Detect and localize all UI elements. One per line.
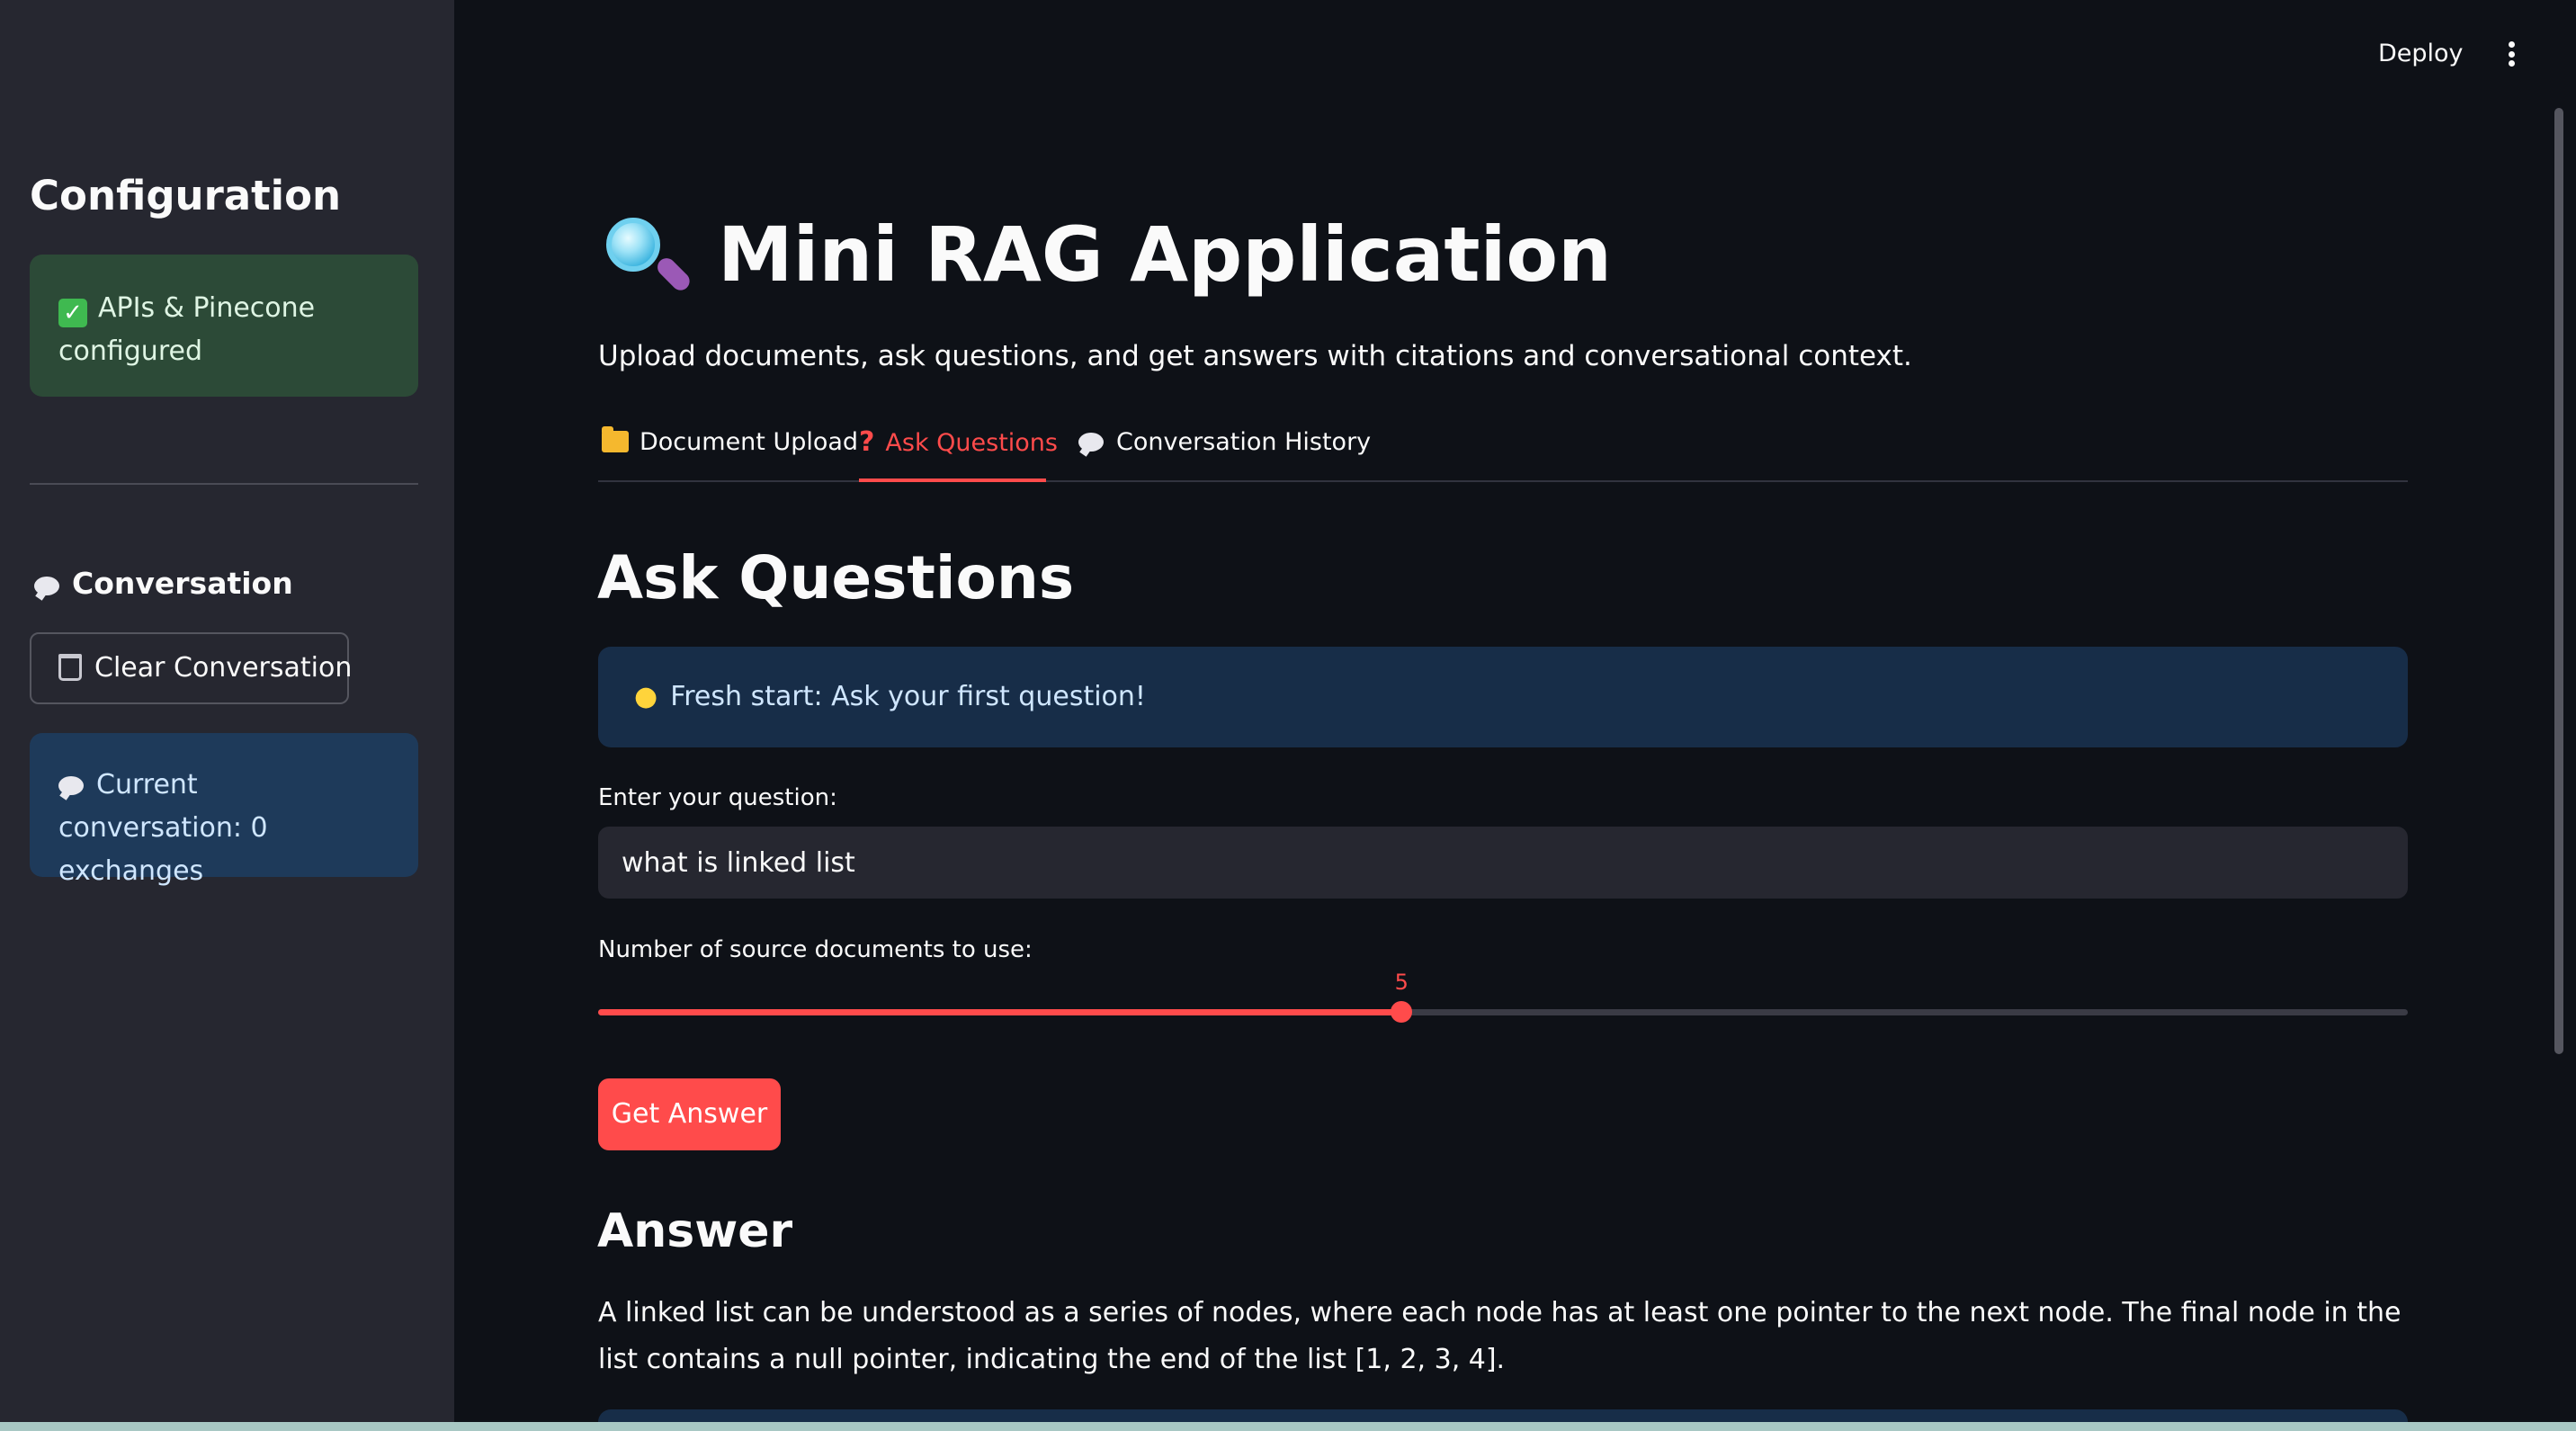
tab-conversation-history[interactable]: Conversation History (1078, 419, 1371, 482)
light-bulb-icon: ● (634, 681, 658, 712)
fresh-start-text: Fresh start: Ask your first question! (670, 681, 1146, 712)
scrollbar[interactable] (2554, 108, 2563, 1054)
trash-icon (58, 654, 82, 681)
tab-ask-questions[interactable]: ? Ask Questions (859, 419, 1058, 482)
slider-thumb[interactable] (1391, 1001, 1413, 1023)
answer-title: Answer (597, 1204, 793, 1258)
slider-value: 5 (1394, 970, 1409, 995)
slider-fill (598, 1009, 1402, 1015)
get-answer-button[interactable]: Get Answer (598, 1078, 781, 1150)
source-docs-slider-label: Number of source documents to use: (598, 936, 1033, 963)
thought-bubble-icon (58, 776, 84, 795)
clear-conversation-button[interactable]: Clear Conversation (30, 632, 353, 704)
tab-document-upload-label: Document Upload (640, 428, 859, 456)
page-title: Mini RAG Application (606, 205, 1612, 304)
question-input[interactable] (598, 827, 2408, 899)
check-mark-icon: ✓ (58, 299, 87, 327)
section-title: Ask Questions (597, 543, 1075, 613)
question-icon: ? (859, 426, 875, 458)
conversation-info-text: Current conversation: 0 exchanges (58, 769, 268, 887)
app-root: Configuration ✓ APIs & Pinecone configure… (0, 0, 2576, 1431)
window-bottom-edge (0, 1422, 2576, 1431)
fresh-start-alert: ● Fresh start: Ask your first question! (598, 647, 2408, 747)
deploy-button[interactable]: Deploy (2378, 34, 2464, 74)
answer-text: A linked list can be understood as a ser… (598, 1297, 2402, 1375)
clear-conversation-label: Clear Conversation (94, 652, 353, 684)
conversation-info-alert: Current conversation: 0 exchanges (30, 733, 418, 887)
question-label: Enter your question: (598, 784, 837, 811)
tab-ask-questions-label: Ask Questions (885, 429, 1058, 457)
sidebar-divider (30, 483, 418, 485)
page-title-text: Mini RAG Application (718, 210, 1612, 299)
folder-icon (602, 426, 629, 452)
conversation-heading: Conversation (34, 562, 293, 605)
conversation-heading-text: Conversation (72, 566, 293, 601)
tab-conversation-history-label: Conversation History (1116, 428, 1372, 456)
tab-bar: Document Upload ? Ask Questions Conversat… (598, 419, 2408, 482)
sidebar: Configuration ✓ APIs & Pinecone configure… (0, 0, 454, 1431)
config-status-text: APIs & Pinecone configured (58, 292, 316, 367)
config-status-alert: ✓ APIs & Pinecone configured (30, 255, 418, 397)
page-subtitle: Upload documents, ask questions, and get… (598, 340, 1912, 372)
magnifying-glass-icon (603, 214, 693, 295)
speech-bubble-icon (34, 577, 59, 595)
speech-bubble-icon (1078, 433, 1104, 452)
sidebar-title: Configuration (30, 172, 342, 219)
kebab-menu-icon[interactable] (2495, 36, 2527, 72)
source-docs-slider[interactable] (598, 1001, 2408, 1023)
tab-document-upload[interactable]: Document Upload (602, 419, 858, 482)
